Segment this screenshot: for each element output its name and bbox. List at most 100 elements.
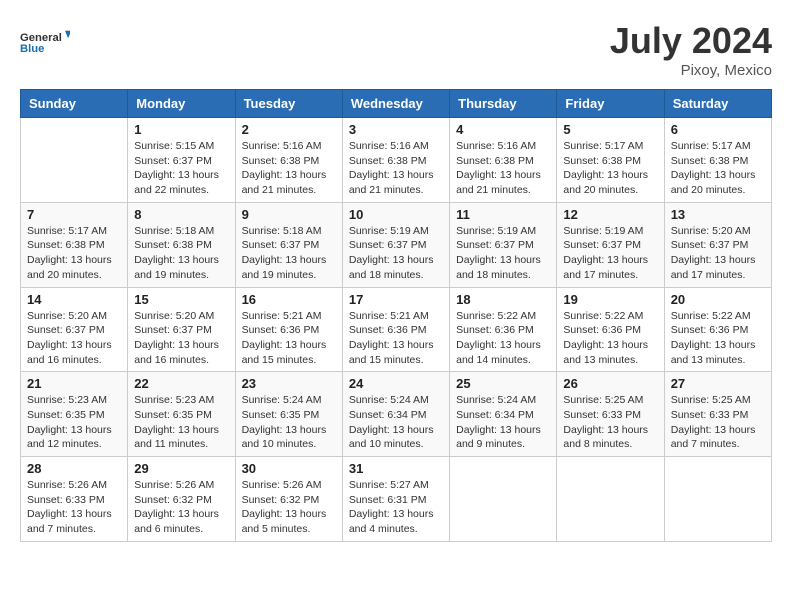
- day-number: 8: [134, 207, 228, 222]
- day-info: Sunrise: 5:26 AMSunset: 6:32 PMDaylight:…: [242, 478, 336, 537]
- day-info: Sunrise: 5:20 AMSunset: 6:37 PMDaylight:…: [27, 309, 121, 368]
- day-info: Sunrise: 5:20 AMSunset: 6:37 PMDaylight:…: [671, 224, 765, 283]
- day-number: 17: [349, 292, 443, 307]
- day-number: 19: [563, 292, 657, 307]
- calendar-cell: 13 Sunrise: 5:20 AMSunset: 6:37 PMDayligh…: [664, 202, 771, 287]
- month-year-title: July 2024: [610, 20, 772, 62]
- day-number: 14: [27, 292, 121, 307]
- calendar-cell: [557, 457, 664, 542]
- day-number: 10: [349, 207, 443, 222]
- calendar-cell: 12Sunrise: 5:19 AMSunset: 6:37 PMDayligh…: [557, 202, 664, 287]
- day-info: Sunrise: 5:24 AMSunset: 6:35 PMDaylight:…: [242, 393, 336, 452]
- day-number: 23: [242, 376, 336, 391]
- week-row-3: 14 Sunrise: 5:20 AMSunset: 6:37 PMDayligh…: [21, 287, 772, 372]
- day-number: 22: [134, 376, 228, 391]
- calendar-cell: 11 Sunrise: 5:19 AMSunset: 6:37 PMDayligh…: [450, 202, 557, 287]
- calendar-cell: 27Sunrise: 5:25 AMSunset: 6:33 PMDayligh…: [664, 372, 771, 457]
- weekday-header-thursday: Thursday: [450, 90, 557, 118]
- day-info: Sunrise: 5:22 AMSunset: 6:36 PMDaylight:…: [563, 309, 657, 368]
- week-row-2: 7 Sunrise: 5:17 AMSunset: 6:38 PMDaylight…: [21, 202, 772, 287]
- day-info: Sunrise: 5:21 AMSunset: 6:36 PMDaylight:…: [349, 309, 443, 368]
- calendar-cell: 5 Sunrise: 5:17 AMSunset: 6:38 PMDaylight…: [557, 118, 664, 203]
- day-info: Sunrise: 5:19 AMSunset: 6:37 PMDaylight:…: [456, 224, 550, 283]
- weekday-header-monday: Monday: [128, 90, 235, 118]
- calendar-cell: 19 Sunrise: 5:22 AMSunset: 6:36 PMDayligh…: [557, 287, 664, 372]
- day-info: Sunrise: 5:18 AMSunset: 6:38 PMDaylight:…: [134, 224, 228, 283]
- calendar-cell: 15 Sunrise: 5:20 AMSunset: 6:37 PMDayligh…: [128, 287, 235, 372]
- calendar-cell: 16Sunrise: 5:21 AMSunset: 6:36 PMDayligh…: [235, 287, 342, 372]
- day-number: 26: [563, 376, 657, 391]
- day-number: 3: [349, 122, 443, 137]
- day-number: 7: [27, 207, 121, 222]
- day-info: Sunrise: 5:15 AMSunset: 6:37 PMDaylight:…: [134, 139, 228, 198]
- calendar-cell: 28Sunrise: 5:26 AMSunset: 6:33 PMDayligh…: [21, 457, 128, 542]
- day-number: 27: [671, 376, 765, 391]
- location-subtitle: Pixoy, Mexico: [610, 62, 772, 79]
- day-number: 6: [671, 122, 765, 137]
- day-number: 18: [456, 292, 550, 307]
- calendar-cell: 30 Sunrise: 5:26 AMSunset: 6:32 PMDayligh…: [235, 457, 342, 542]
- day-info: Sunrise: 5:22 AMSunset: 6:36 PMDaylight:…: [456, 309, 550, 368]
- calendar-cell: 3 Sunrise: 5:16 AMSunset: 6:38 PMDaylight…: [342, 118, 449, 203]
- calendar-cell: [450, 457, 557, 542]
- svg-text:General: General: [20, 32, 62, 44]
- day-info: Sunrise: 5:17 AMSunset: 6:38 PMDaylight:…: [563, 139, 657, 198]
- weekday-header-saturday: Saturday: [664, 90, 771, 118]
- calendar-cell: 21 Sunrise: 5:23 AMSunset: 6:35 PMDayligh…: [21, 372, 128, 457]
- calendar-cell: 24Sunrise: 5:24 AMSunset: 6:34 PMDayligh…: [342, 372, 449, 457]
- day-info: Sunrise: 5:20 AMSunset: 6:37 PMDaylight:…: [134, 309, 228, 368]
- calendar-cell: 7 Sunrise: 5:17 AMSunset: 6:38 PMDaylight…: [21, 202, 128, 287]
- calendar-cell: 2Sunrise: 5:16 AMSunset: 6:38 PMDaylight…: [235, 118, 342, 203]
- day-number: 15: [134, 292, 228, 307]
- day-info: Sunrise: 5:24 AMSunset: 6:34 PMDaylight:…: [456, 393, 550, 452]
- day-number: 24: [349, 376, 443, 391]
- day-info: Sunrise: 5:16 AMSunset: 6:38 PMDaylight:…: [456, 139, 550, 198]
- day-number: 28: [27, 461, 121, 476]
- day-number: 13: [671, 207, 765, 222]
- day-number: 31: [349, 461, 443, 476]
- page-header: General Blue July 2024 Pixoy, Mexico: [20, 20, 772, 79]
- week-row-1: 1 Sunrise: 5:15 AMSunset: 6:37 PMDaylight…: [21, 118, 772, 203]
- day-number: 30: [242, 461, 336, 476]
- calendar-cell: 22Sunrise: 5:23 AMSunset: 6:35 PMDayligh…: [128, 372, 235, 457]
- calendar-cell: 14 Sunrise: 5:20 AMSunset: 6:37 PMDayligh…: [21, 287, 128, 372]
- day-info: Sunrise: 5:27 AMSunset: 6:31 PMDaylight:…: [349, 478, 443, 537]
- day-number: 4: [456, 122, 550, 137]
- day-number: 11: [456, 207, 550, 222]
- day-number: 9: [242, 207, 336, 222]
- day-number: 25: [456, 376, 550, 391]
- calendar-cell: 23 Sunrise: 5:24 AMSunset: 6:35 PMDayligh…: [235, 372, 342, 457]
- day-number: 16: [242, 292, 336, 307]
- day-number: 2: [242, 122, 336, 137]
- day-number: 5: [563, 122, 657, 137]
- calendar-cell: 26 Sunrise: 5:25 AMSunset: 6:33 PMDayligh…: [557, 372, 664, 457]
- calendar-cell: 4 Sunrise: 5:16 AMSunset: 6:38 PMDaylight…: [450, 118, 557, 203]
- weekday-header-sunday: Sunday: [21, 90, 128, 118]
- calendar-cell: 18 Sunrise: 5:22 AMSunset: 6:36 PMDayligh…: [450, 287, 557, 372]
- day-info: Sunrise: 5:18 AMSunset: 6:37 PMDaylight:…: [242, 224, 336, 283]
- day-number: 21: [27, 376, 121, 391]
- day-info: Sunrise: 5:22 AMSunset: 6:36 PMDaylight:…: [671, 309, 765, 368]
- title-block: July 2024 Pixoy, Mexico: [610, 20, 772, 79]
- logo: General Blue: [20, 20, 70, 64]
- calendar-cell: [664, 457, 771, 542]
- weekday-header-row: SundayMondayTuesdayWednesdayThursdayFrid…: [21, 90, 772, 118]
- week-row-4: 21 Sunrise: 5:23 AMSunset: 6:35 PMDayligh…: [21, 372, 772, 457]
- day-info: Sunrise: 5:25 AMSunset: 6:33 PMDaylight:…: [563, 393, 657, 452]
- logo-svg: General Blue: [20, 20, 70, 64]
- weekday-header-tuesday: Tuesday: [235, 90, 342, 118]
- calendar-cell: 25 Sunrise: 5:24 AMSunset: 6:34 PMDayligh…: [450, 372, 557, 457]
- day-number: 20: [671, 292, 765, 307]
- day-info: Sunrise: 5:19 AMSunset: 6:37 PMDaylight:…: [563, 224, 657, 283]
- week-row-5: 28Sunrise: 5:26 AMSunset: 6:33 PMDayligh…: [21, 457, 772, 542]
- calendar-cell: 29Sunrise: 5:26 AMSunset: 6:32 PMDayligh…: [128, 457, 235, 542]
- weekday-header-friday: Friday: [557, 90, 664, 118]
- weekday-header-wednesday: Wednesday: [342, 90, 449, 118]
- calendar-cell: 6Sunrise: 5:17 AMSunset: 6:38 PMDaylight…: [664, 118, 771, 203]
- day-info: Sunrise: 5:17 AMSunset: 6:38 PMDaylight:…: [27, 224, 121, 283]
- day-number: 1: [134, 122, 228, 137]
- calendar-cell: 8 Sunrise: 5:18 AMSunset: 6:38 PMDaylight…: [128, 202, 235, 287]
- day-info: Sunrise: 5:23 AMSunset: 6:35 PMDaylight:…: [27, 393, 121, 452]
- day-info: Sunrise: 5:16 AMSunset: 6:38 PMDaylight:…: [349, 139, 443, 198]
- calendar-cell: 17 Sunrise: 5:21 AMSunset: 6:36 PMDayligh…: [342, 287, 449, 372]
